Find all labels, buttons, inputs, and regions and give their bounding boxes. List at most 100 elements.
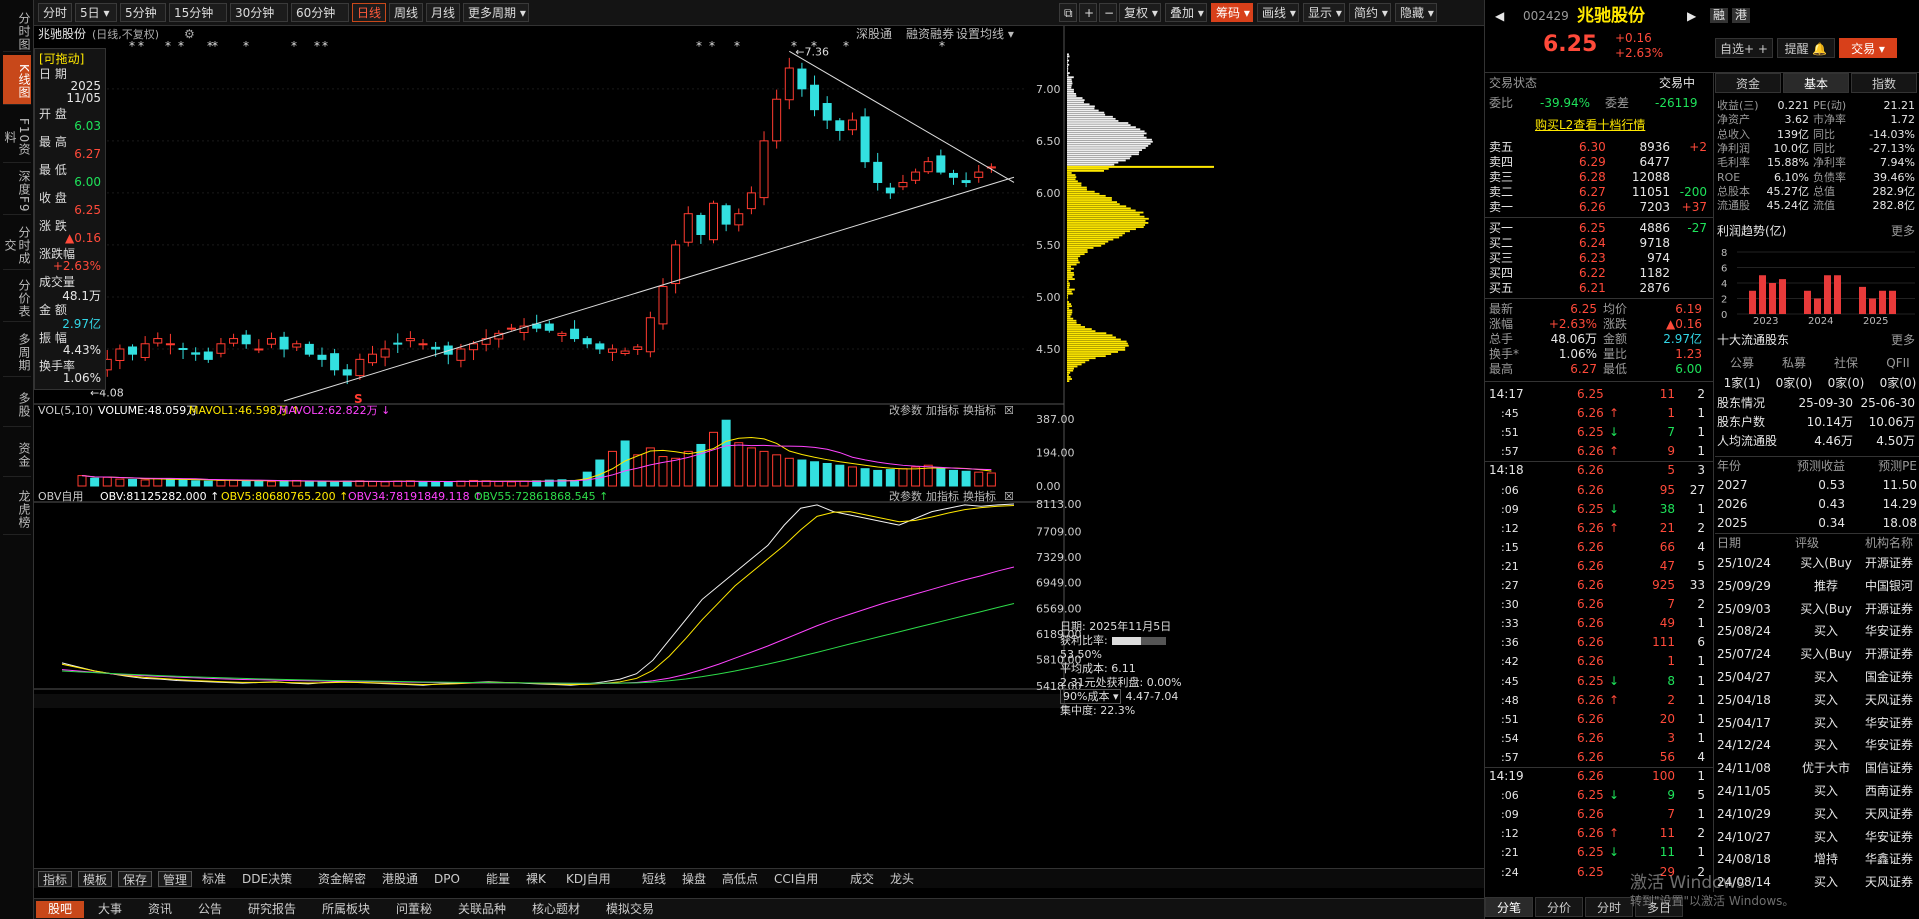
candle-body	[645, 317, 655, 353]
forecast-pe: 14.29	[1882, 497, 1917, 511]
chip-bar	[1067, 238, 1114, 241]
tool-显示[interactable]: 显示 ▾	[1303, 3, 1345, 22]
prev-stock-icon[interactable]: ◀	[1495, 9, 1504, 24]
leftnav-多股[interactable]: 多股	[3, 380, 31, 427]
indicator-短线[interactable]: 短线	[638, 871, 670, 887]
period-60分钟[interactable]: 60分钟	[291, 3, 349, 22]
last-price: 6.25	[1543, 32, 1598, 57]
tab-资金[interactable]: 资金	[1715, 73, 1781, 93]
tool-简约[interactable]: 简约 ▾	[1349, 3, 1391, 22]
quote-btn-提醒[interactable]: 提醒 🔔	[1777, 38, 1835, 58]
indicator-保存[interactable]: 保存	[118, 871, 153, 887]
candle-body	[961, 180, 971, 183]
quote-btn-自选-[interactable]: 自选+ +	[1715, 38, 1773, 58]
bottom-tab-股吧[interactable]: 股吧	[36, 901, 84, 918]
indicator-龙头[interactable]: 龙头	[886, 871, 918, 887]
indicator-管理[interactable]: 管理	[158, 871, 193, 887]
indicator-DDE决策[interactable]: DDE决策	[238, 871, 296, 887]
tick-time: 14:17	[1489, 387, 1524, 401]
leftnav-F10资料[interactable]: F10资料	[3, 108, 31, 163]
weicha-value: -26119	[1655, 96, 1698, 110]
candle-info-box[interactable]: [可拖动] 日 期 2025 11/05 开 盘 6.03 最 高 6.27 最…	[34, 48, 106, 390]
period-15分钟[interactable]: 15分钟	[169, 3, 227, 22]
time-scrollbar[interactable]	[34, 694, 1064, 708]
bottom-tab-资讯[interactable]: 资讯	[136, 901, 184, 918]
tab-指数[interactable]: 指数	[1851, 73, 1917, 93]
indicator-DPO[interactable]: DPO	[430, 871, 464, 887]
leftnav-分价表[interactable]: 分价表	[3, 272, 31, 322]
bottom-tab-研究报告[interactable]: 研究报告	[236, 901, 308, 918]
leftnav-分时图[interactable]: 分时图	[3, 8, 31, 52]
leftnav-K线图[interactable]: K线图	[3, 55, 31, 105]
profit-more-link[interactable]: 更多	[1891, 224, 1915, 239]
chip-cost90-select[interactable]: 90%成本 ▾	[1060, 689, 1122, 704]
indicator-裸K[interactable]: 裸K	[522, 871, 550, 887]
indicator-CCI自用[interactable]: CCI自用	[770, 871, 822, 887]
rating-org: 华安证券	[1865, 738, 1914, 753]
indicator-模板[interactable]: 模板	[78, 871, 113, 887]
bottom-tab-关联品种[interactable]: 关联品种	[446, 901, 518, 918]
tool-画线[interactable]: 画线 ▾	[1257, 3, 1299, 22]
indicator-能量[interactable]: 能量	[482, 871, 514, 887]
chip-bar	[1067, 142, 1151, 145]
period-日线[interactable]: 日线	[352, 3, 386, 22]
zoom-out-icon[interactable]: −	[1099, 3, 1117, 22]
bottom-tab-大事[interactable]: 大事	[86, 901, 134, 918]
profit-bar	[1779, 279, 1786, 314]
vol-bar	[810, 461, 820, 487]
copy-icon[interactable]: ⧉	[1059, 3, 1077, 22]
leftnav-分时成交[interactable]: 分时成交	[3, 218, 31, 270]
tool-隐藏[interactable]: 隐藏 ▾	[1395, 3, 1437, 22]
period-30分钟[interactable]: 30分钟	[230, 3, 288, 22]
period-5日[interactable]: 5日 ▾	[75, 3, 117, 22]
bottom-tab-所属板块[interactable]: 所属板块	[310, 901, 382, 918]
leftnav-深度F9[interactable]: 深度F9	[3, 165, 31, 215]
next-stock-icon[interactable]: ▶	[1687, 9, 1696, 24]
bottom-tab-问董秘[interactable]: 问董秘	[384, 901, 444, 918]
bottom-tab-核心题材[interactable]: 核心题材	[520, 901, 592, 918]
period-周线[interactable]: 周线	[389, 3, 423, 22]
tick-tab-分笔[interactable]: 分笔	[1485, 897, 1533, 917]
tick-price: 6.26	[1577, 482, 1604, 497]
l2-link[interactable]: 购买L2查看十档行情	[1535, 118, 1645, 133]
chip-bar	[1067, 274, 1075, 276]
tick-tab-分价[interactable]: 分价	[1535, 897, 1583, 917]
tool-叠加[interactable]: 叠加 ▾	[1165, 3, 1207, 22]
indicator-成交[interactable]: 成交	[846, 871, 878, 887]
bottom-tab-公告[interactable]: 公告	[186, 901, 234, 918]
vol-bar	[911, 466, 921, 487]
indicator-KDJ自用[interactable]: KDJ自用	[562, 871, 615, 887]
indicator-标准[interactable]: 标准	[198, 871, 230, 887]
tick-tab-分时[interactable]: 分时	[1585, 897, 1633, 917]
tool-复权[interactable]: 复权 ▾	[1119, 3, 1161, 22]
tab-基本[interactable]: 基本	[1783, 73, 1849, 93]
period-5分钟[interactable]: 5分钟	[120, 3, 166, 22]
vol-bar	[153, 478, 163, 487]
period-更多周期[interactable]: 更多周期 ▾	[463, 3, 529, 22]
leftnav-龙虎榜[interactable]: 龙虎榜	[3, 480, 31, 535]
indicator-指标[interactable]: 指标	[38, 871, 73, 887]
period-分时[interactable]: 分时	[38, 3, 72, 22]
forecast-year: 2027	[1717, 478, 1748, 492]
candle	[645, 311, 655, 358]
tick-count: 2	[1697, 387, 1705, 401]
holder-row-value: 25-06-30	[1860, 396, 1915, 410]
kline-chart[interactable]: 兆驰股份 (日线,不复权) ⚙ 深股通 融资融券 设置均线 ▾* * * * * * * * * * * * * *…	[34, 26, 1484, 866]
period-月线[interactable]: 月线	[426, 3, 460, 22]
leftnav-资金[interactable]: 资金	[3, 430, 31, 477]
indicator-资金解密[interactable]: 资金解密	[314, 871, 370, 887]
quote-btn-交易[interactable]: 交易 ▾	[1839, 38, 1897, 58]
holder-row-value: 10.06万	[1868, 415, 1915, 429]
forecast-pe: 11.50	[1882, 478, 1917, 492]
indicator-港股通[interactable]: 港股通	[378, 871, 422, 887]
bottom-tab-模拟交易[interactable]: 模拟交易	[594, 901, 666, 918]
zoom-in-icon[interactable]: +	[1079, 3, 1097, 22]
holders-more-link[interactable]: 更多	[1891, 333, 1915, 348]
leftnav-多周期[interactable]: 多周期	[3, 325, 31, 377]
tool-筹码[interactable]: 筹码 ▾	[1211, 3, 1253, 22]
indicator-操盘[interactable]: 操盘	[678, 871, 710, 887]
indicator-高低点[interactable]: 高低点	[718, 871, 762, 887]
chip-bar	[1067, 209, 1136, 212]
chip-bar	[1067, 378, 1072, 380]
tick-price: 6.26	[1577, 711, 1604, 726]
